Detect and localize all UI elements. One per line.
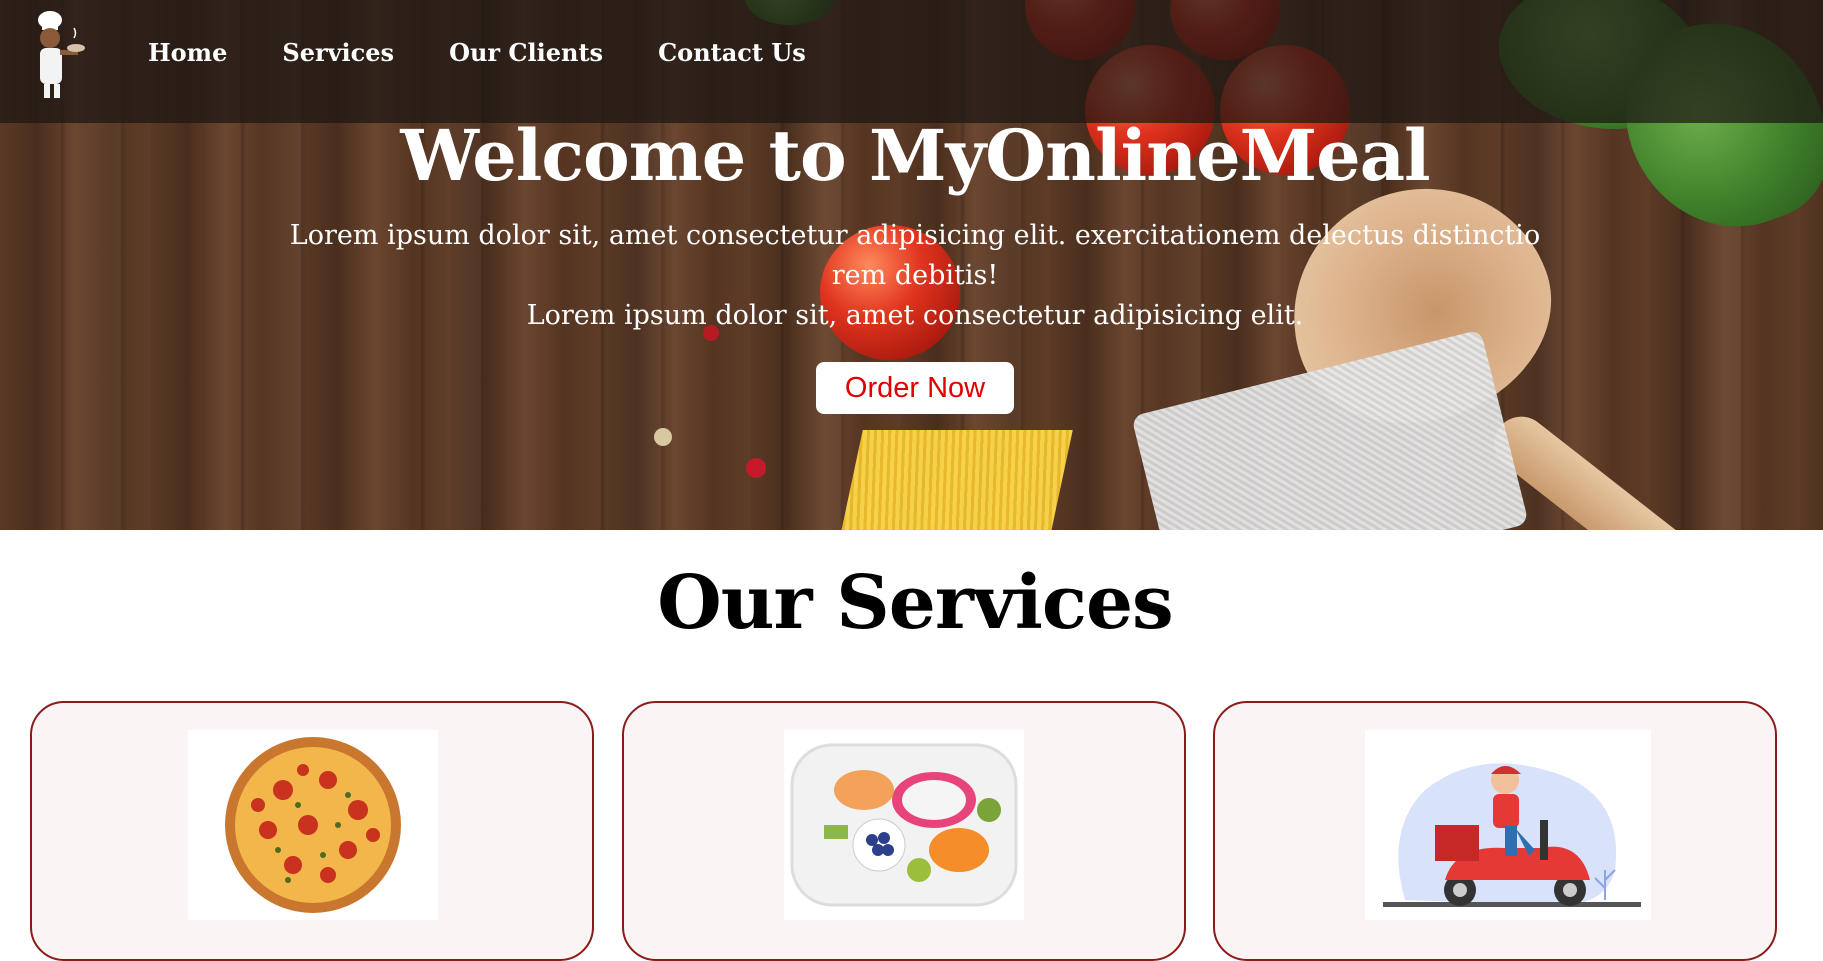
chef-logo-icon[interactable] — [30, 8, 86, 104]
peppercorn-decoration — [654, 428, 672, 446]
fruit-platter-image — [784, 730, 1024, 920]
main-nav: Home Services Our Clients Contact Us — [148, 38, 861, 67]
nav-link-services[interactable]: Services — [282, 38, 394, 67]
service-card-delivery[interactable] — [1213, 701, 1777, 961]
pasta-decoration — [837, 430, 1073, 530]
hero-title: Welcome to MyOnlineMeal — [400, 114, 1430, 197]
nav-link-our-clients[interactable]: Our Clients — [449, 38, 603, 67]
pizza-icon — [225, 737, 401, 913]
order-now-button[interactable]: Order Now — [816, 362, 1014, 414]
service-card-pizza[interactable] — [30, 701, 594, 961]
service-card-healthy-food[interactable] — [622, 701, 1186, 961]
peppercorn-decoration — [746, 458, 766, 478]
nav-link-contact-us[interactable]: Contact Us — [658, 38, 806, 67]
navbar: Home Services Our Clients Contact Us — [0, 0, 1823, 123]
hero-content: Welcome to MyOnlineMeal Lorem ipsum dolo… — [0, 112, 1823, 414]
pizza-image — [188, 730, 438, 920]
delivery-scooter-icon — [1383, 763, 1641, 907]
delivery-scooter-image — [1365, 730, 1651, 920]
services-title: Our Services — [657, 560, 1173, 646]
hero-section: Home Services Our Clients Contact Us Wel… — [0, 0, 1823, 530]
hero-paragraph-1: Lorem ipsum dolor sit, amet consectetur … — [289, 220, 1541, 291]
nav-link-home[interactable]: Home — [148, 38, 227, 67]
wooden-spoon-handle-decoration — [1483, 405, 1801, 530]
hero-paragraph-2: Lorem ipsum dolor sit, amet consectetur … — [526, 300, 1304, 331]
fruit-platter-icon — [790, 743, 1018, 907]
